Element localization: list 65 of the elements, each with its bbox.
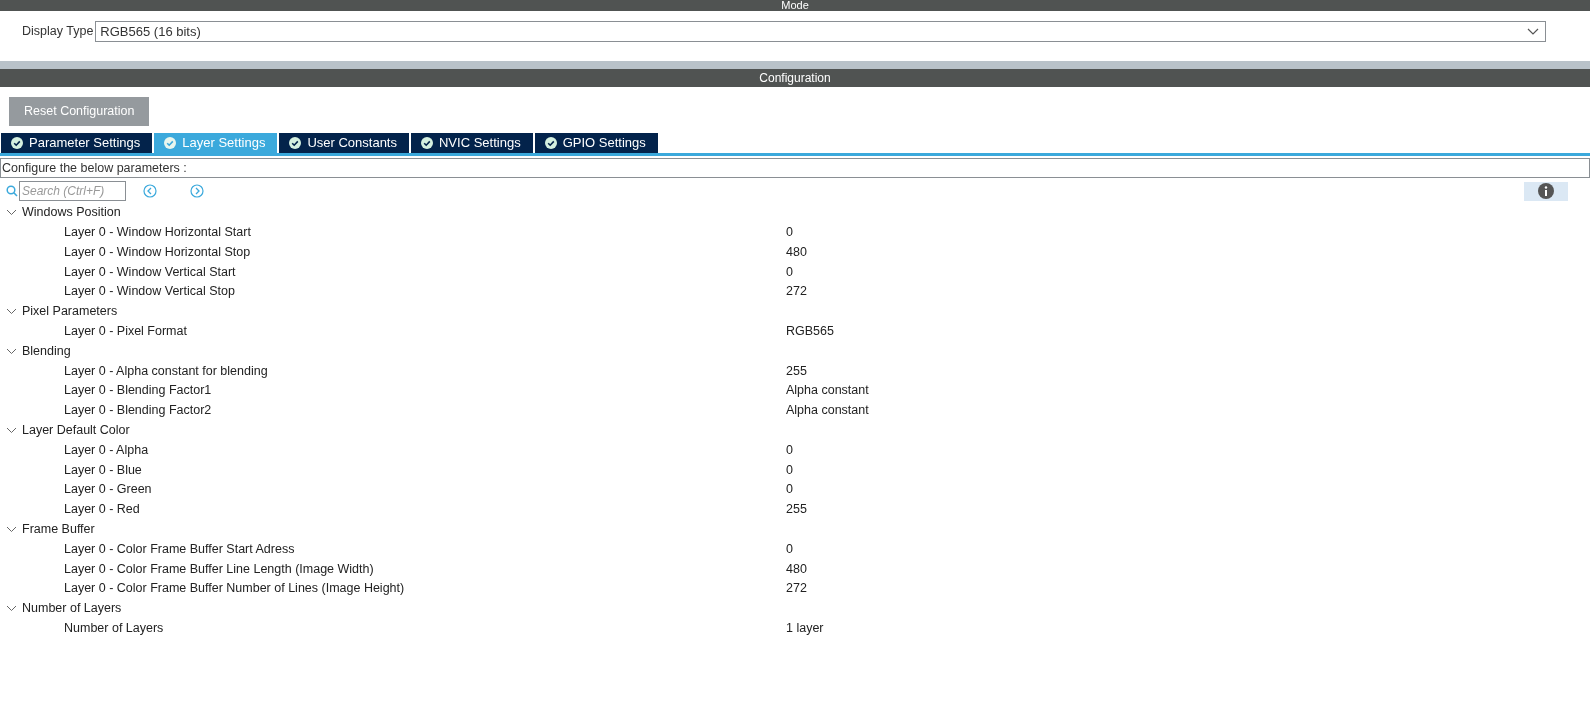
- group-label: Frame Buffer: [22, 521, 95, 538]
- info-button[interactable]: [1524, 181, 1568, 201]
- parameter-label: Layer 0 - Blending Factor2: [63, 402, 213, 420]
- parameter-value[interactable]: Alpha constant: [786, 401, 869, 420]
- search-icon: [6, 185, 18, 198]
- parameter-value[interactable]: 0: [786, 539, 793, 559]
- parameter-value[interactable]: 1 layer: [786, 619, 824, 638]
- parameter-label: Layer 0 - Alpha: [63, 441, 150, 459]
- parameter-value[interactable]: 480: [786, 242, 807, 262]
- group-label: Layer Default Color: [22, 422, 130, 440]
- parameter-value[interactable]: Alpha constant: [786, 381, 869, 401]
- info-icon: [1538, 183, 1554, 200]
- chevron-down-icon[interactable]: [6, 308, 17, 316]
- parameter-value[interactable]: 272: [786, 282, 807, 302]
- parameter-value[interactable]: 272: [786, 579, 807, 599]
- chevron-down-icon[interactable]: [6, 525, 17, 533]
- tab[interactable]: User Constants: [279, 132, 409, 153]
- chevron-down-icon[interactable]: [6, 605, 17, 613]
- parameter-label: Layer 0 - Blue: [63, 461, 143, 479]
- previous-button[interactable]: [143, 184, 157, 199]
- parameter-value[interactable]: RGB565: [786, 322, 834, 341]
- group-label: Number of Layers: [22, 600, 122, 618]
- parameter-value[interactable]: 255: [786, 500, 807, 519]
- parameter-value[interactable]: 0: [786, 440, 793, 460]
- group-label: Pixel Parameters: [22, 303, 118, 321]
- check-circle-icon: [544, 136, 557, 149]
- parameter-value[interactable]: 0: [786, 460, 793, 480]
- field-label: Display Type: [22, 23, 94, 41]
- parameter-label: Layer 0 - Blending Factor1: [63, 382, 213, 400]
- chevron-down-icon[interactable]: [6, 347, 17, 355]
- check-circle-icon: [289, 136, 302, 149]
- parameter-value[interactable]: 255: [786, 361, 807, 381]
- parameter-value[interactable]: 480: [786, 559, 807, 579]
- section-header: Mode: [0, 0, 1590, 11]
- instruction-text: Configure the below parameters :: [0, 157, 1590, 178]
- check-circle-icon: [421, 136, 433, 149]
- parameter-label: Layer 0 - Window Horizontal Stop: [63, 243, 252, 261]
- tab[interactable]: GPIO Settings: [534, 132, 658, 153]
- parameter-label: Layer 0 - Window Horizontal Start: [63, 224, 252, 242]
- tab[interactable]: Parameter Settings: [1, 132, 153, 153]
- next-button[interactable]: [190, 184, 204, 199]
- group-label: Windows Position: [22, 204, 121, 222]
- parameter-label: Layer 0 - Window Vertical Stop: [63, 283, 236, 301]
- tab[interactable]: NVIC Settings: [411, 132, 533, 153]
- parameter-label: Layer 0 - Alpha constant for blending: [63, 362, 269, 380]
- parameter-label: Number of Layers: [63, 620, 165, 637]
- parameter-label: Layer 0 - Window Vertical Start: [63, 263, 237, 281]
- parameter-label: Layer 0 - Color Frame Buffer Start Adress: [63, 540, 296, 558]
- parameter-value[interactable]: 0: [786, 262, 793, 282]
- check-circle-icon: [164, 136, 177, 149]
- chevron-down-icon[interactable]: [6, 426, 17, 434]
- section-header: Configuration: [0, 69, 1590, 87]
- search-field[interactable]: Search (Ctrl+F): [19, 181, 126, 202]
- chevron-down-icon[interactable]: [6, 209, 17, 217]
- check-circle-icon: [11, 136, 23, 149]
- parameter-value[interactable]: 0: [786, 223, 793, 242]
- chevron-down-icon: [1527, 28, 1539, 35]
- parameter-label: Layer 0 - Red: [63, 501, 141, 519]
- group-label: Blending: [22, 342, 71, 360]
- parameter-value[interactable]: 0: [786, 480, 793, 500]
- parameter-label: Layer 0 - Pixel Format: [63, 323, 188, 341]
- parameter-label: Layer 0 - Color Frame Buffer Number of Lines (Image Height): [63, 580, 406, 598]
- parameter-label: Layer 0 - Color Frame Buffer Line Length (Image Width): [63, 560, 375, 578]
- display-type-dropdown[interactable]: RGB565 (16 bits): [95, 21, 1546, 42]
- parameter-label: Layer 0 - Green: [63, 481, 153, 499]
